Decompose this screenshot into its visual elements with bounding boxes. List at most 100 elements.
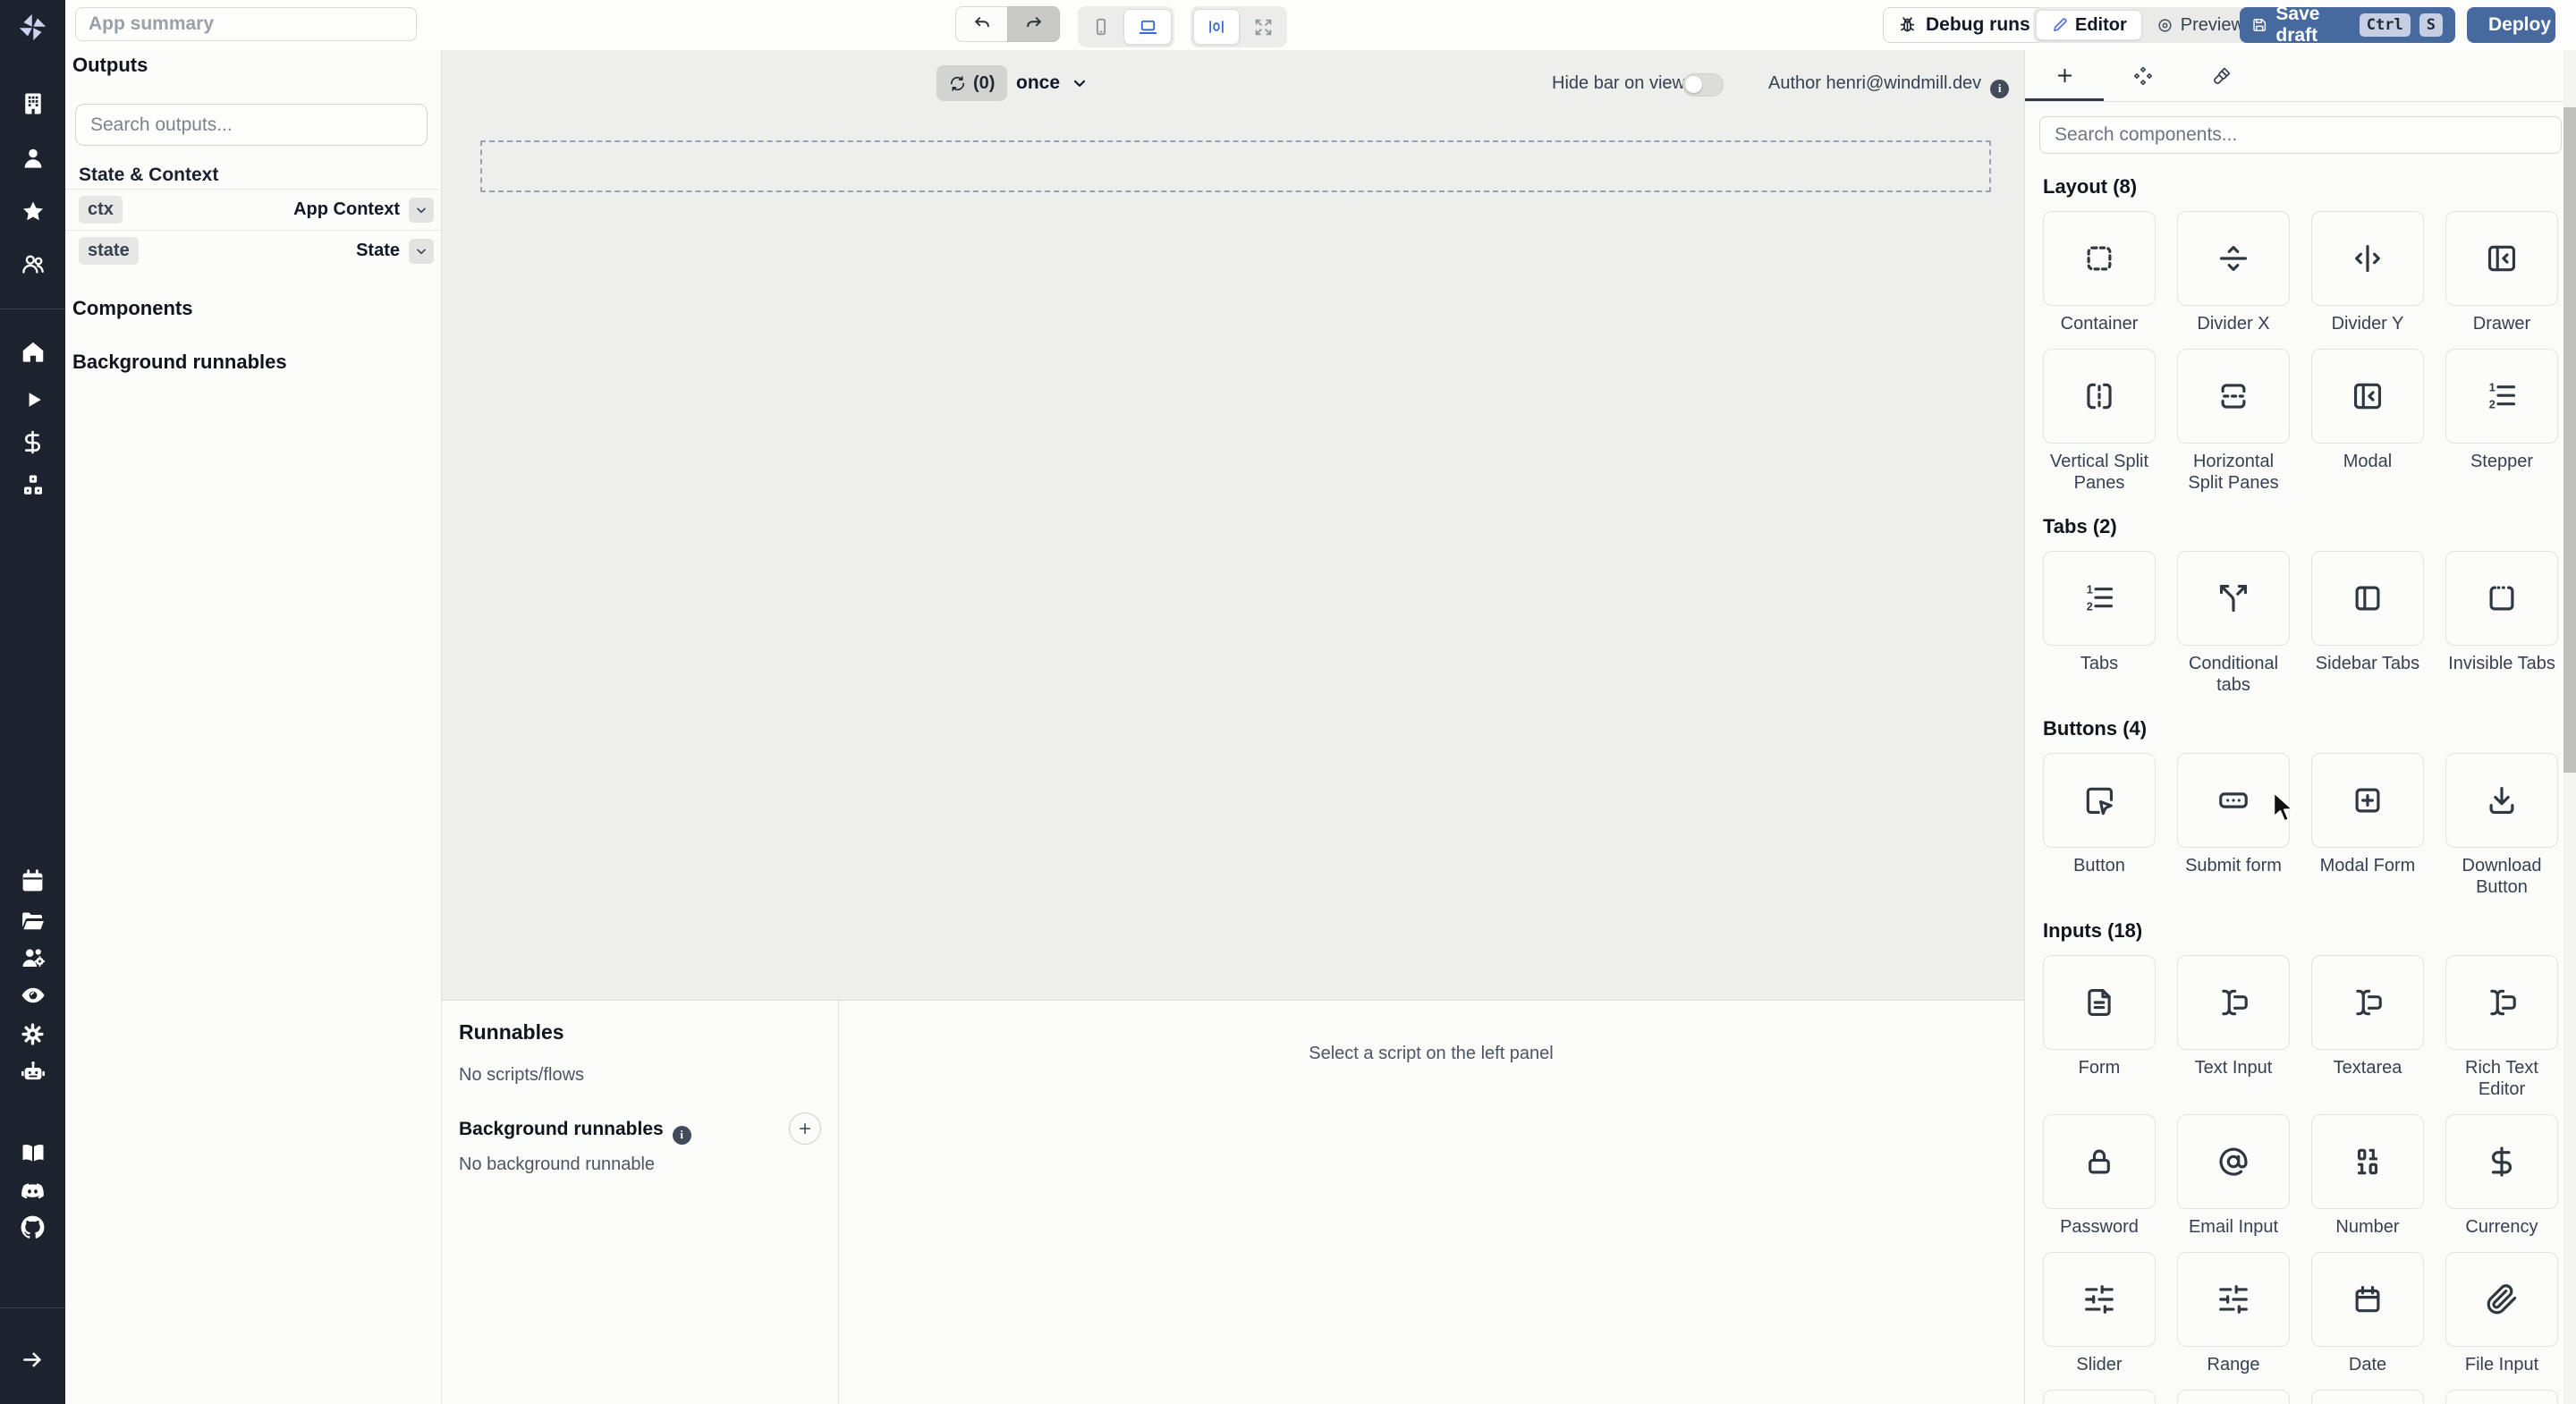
- chevron-down-icon: [417, 249, 426, 254]
- user-cog-icon: [22, 949, 45, 967]
- sidebar-collapse-toggle[interactable]: [0, 1343, 65, 1375]
- sidebar-item-folders[interactable]: [0, 905, 65, 937]
- editor-preview-toggle: Editor Preview: [2033, 7, 2261, 43]
- sidebar-item-home[interactable]: [0, 336, 65, 368]
- component-card-form[interactable]: Form: [2043, 955, 2156, 1078]
- no-background-runnable-label: No background runnable: [459, 1154, 656, 1174]
- output-row-ctx[interactable]: ctx App Context: [65, 189, 441, 230]
- redo-button[interactable]: [1007, 6, 1060, 42]
- component-card-stepper[interactable]: 12 Stepper: [2445, 349, 2558, 472]
- chevron-down-icon: [417, 207, 426, 213]
- component-card-date[interactable]: Date: [2311, 1252, 2424, 1375]
- output-type-label: State: [356, 241, 400, 260]
- component-card-number[interactable]: Number: [2311, 1114, 2424, 1238]
- sidebar-item-docs[interactable]: [0, 1137, 65, 1169]
- search-components-input[interactable]: [2039, 116, 2562, 154]
- center-canvas-button[interactable]: [1193, 9, 1240, 45]
- sidebar-item-user[interactable]: [0, 142, 65, 174]
- desktop-view-button[interactable]: [1123, 9, 1172, 45]
- output-row-state[interactable]: state State: [65, 230, 441, 271]
- add-background-runnable-button[interactable]: [789, 1112, 821, 1145]
- windmill-logo-icon[interactable]: [16, 11, 49, 44]
- component-card-file-input[interactable]: File Input: [2445, 1252, 2558, 1375]
- tab-component-settings[interactable]: [2104, 50, 2182, 101]
- panel-scrollbar: [2563, 50, 2576, 1404]
- sidebar-item-discord[interactable]: [0, 1175, 65, 1207]
- sidebar-item-ai[interactable]: [0, 1056, 65, 1088]
- tab-editor[interactable]: Editor: [2036, 10, 2142, 40]
- sidebar-item-runs[interactable]: [0, 384, 65, 416]
- shortcut-ctrl-key: Ctrl: [2359, 13, 2411, 37]
- component-card-currency[interactable]: Currency: [2445, 1114, 2558, 1238]
- sidebar-item-workspace[interactable]: [0, 88, 65, 120]
- sidebar-item-groups[interactable]: [0, 248, 65, 280]
- component-card-conditional-tabs[interactable]: Conditional tabs: [2177, 551, 2290, 696]
- section-title-inputs: Inputs (18): [2043, 919, 2143, 942]
- component-card-sidebar-tabs[interactable]: Sidebar Tabs: [2311, 551, 2424, 674]
- sidebar-item-audit-logs[interactable]: [0, 979, 65, 1011]
- sidebar-item-github[interactable]: [0, 1211, 65, 1243]
- undo-button[interactable]: [955, 6, 1007, 42]
- search-outputs-input[interactable]: [75, 104, 428, 146]
- deploy-button[interactable]: Deploy: [2467, 7, 2555, 43]
- hide-bar-toggle[interactable]: [1682, 73, 1724, 97]
- undo-redo-group: [955, 6, 1060, 42]
- tab-theme[interactable]: [2182, 50, 2261, 101]
- component-card-drawer[interactable]: Drawer: [2445, 211, 2558, 334]
- component-card-partial[interactable]: [2445, 1390, 2558, 1404]
- component-card-submit-form[interactable]: Submit form: [2177, 753, 2290, 876]
- component-card-horizontal-split-panes[interactable]: Horizontal Split Panes: [2177, 349, 2290, 494]
- component-card-text-input[interactable]: Text Input: [2177, 955, 2290, 1078]
- tab-insert-component[interactable]: [2025, 50, 2104, 101]
- component-card-textarea[interactable]: Textarea: [2311, 955, 2424, 1078]
- mobile-view-button[interactable]: [1080, 9, 1122, 45]
- component-card-tabs[interactable]: 12 Tabs: [2043, 551, 2156, 674]
- component-card-partial[interactable]: [2177, 1390, 2290, 1404]
- debug-runs-button[interactable]: Debug runs: [1883, 7, 2046, 43]
- component-card-slider[interactable]: Slider: [2043, 1252, 2156, 1375]
- sidebar-item-settings[interactable]: [0, 1018, 65, 1050]
- divider-x-icon: [2219, 246, 2248, 271]
- sidebar-item-resources[interactable]: [0, 469, 65, 502]
- component-card-container[interactable]: Container: [2043, 211, 2156, 334]
- sidebar-item-favorites[interactable]: [0, 196, 65, 228]
- drawer-icon: [2487, 245, 2516, 272]
- conditional-tabs-icon: [2219, 584, 2248, 613]
- component-card-divider-y[interactable]: Divider Y: [2311, 211, 2424, 334]
- app-summary-input[interactable]: [75, 7, 417, 41]
- scrollbar-thumb[interactable]: [2563, 107, 2576, 773]
- component-card-password[interactable]: Password: [2043, 1114, 2156, 1238]
- sidebar-item-variables[interactable]: [0, 426, 65, 458]
- arrow-right-icon: [23, 1352, 41, 1366]
- save-draft-button[interactable]: Save draft Ctrl S: [2240, 4, 2455, 46]
- component-card-range[interactable]: Range: [2177, 1252, 2290, 1375]
- component-card-email-input[interactable]: Email Input: [2177, 1114, 2290, 1238]
- component-card-vertical-split-panes[interactable]: Vertical Split Panes: [2043, 349, 2156, 494]
- empty-component-dropzone[interactable]: [480, 140, 1991, 192]
- chevron-down-icon: [1073, 80, 1086, 87]
- expand-state-button[interactable]: [409, 238, 434, 264]
- component-card-invisible-tabs[interactable]: Invisible Tabs: [2445, 551, 2558, 674]
- component-card-modal[interactable]: Modal: [2311, 349, 2424, 472]
- device-preview-group: [1078, 6, 1174, 47]
- background-runnables-title: Background runnables i: [459, 1119, 691, 1145]
- component-card-partial[interactable]: [2311, 1390, 2424, 1404]
- info-icon[interactable]: i: [1990, 79, 2010, 98]
- component-card-divider-x[interactable]: Divider X: [2177, 211, 2290, 334]
- submit-form-icon: [2219, 792, 2248, 808]
- component-card-rich-text-editor[interactable]: Rich Text Editor: [2445, 955, 2558, 1100]
- sidebar-item-schedules[interactable]: [0, 865, 65, 897]
- sidebar-tabs-icon: [2355, 586, 2380, 611]
- expand-ctx-button[interactable]: [409, 197, 434, 223]
- slider-icon: [2085, 1285, 2114, 1314]
- fullscreen-button[interactable]: [1241, 9, 1284, 45]
- component-card-modal-form[interactable]: Modal Form: [2311, 753, 2424, 876]
- component-card-partial[interactable]: [2043, 1390, 2156, 1404]
- info-icon[interactable]: i: [672, 1125, 691, 1145]
- refresh-interval-select[interactable]: once: [1016, 65, 1089, 101]
- plus-icon: [800, 1123, 810, 1134]
- component-card-download-button[interactable]: Download Button: [2445, 753, 2558, 898]
- sidebar-item-workers[interactable]: [0, 942, 65, 974]
- component-card-button[interactable]: Button: [2043, 753, 2156, 876]
- refresh-all-button[interactable]: (0): [936, 65, 1008, 101]
